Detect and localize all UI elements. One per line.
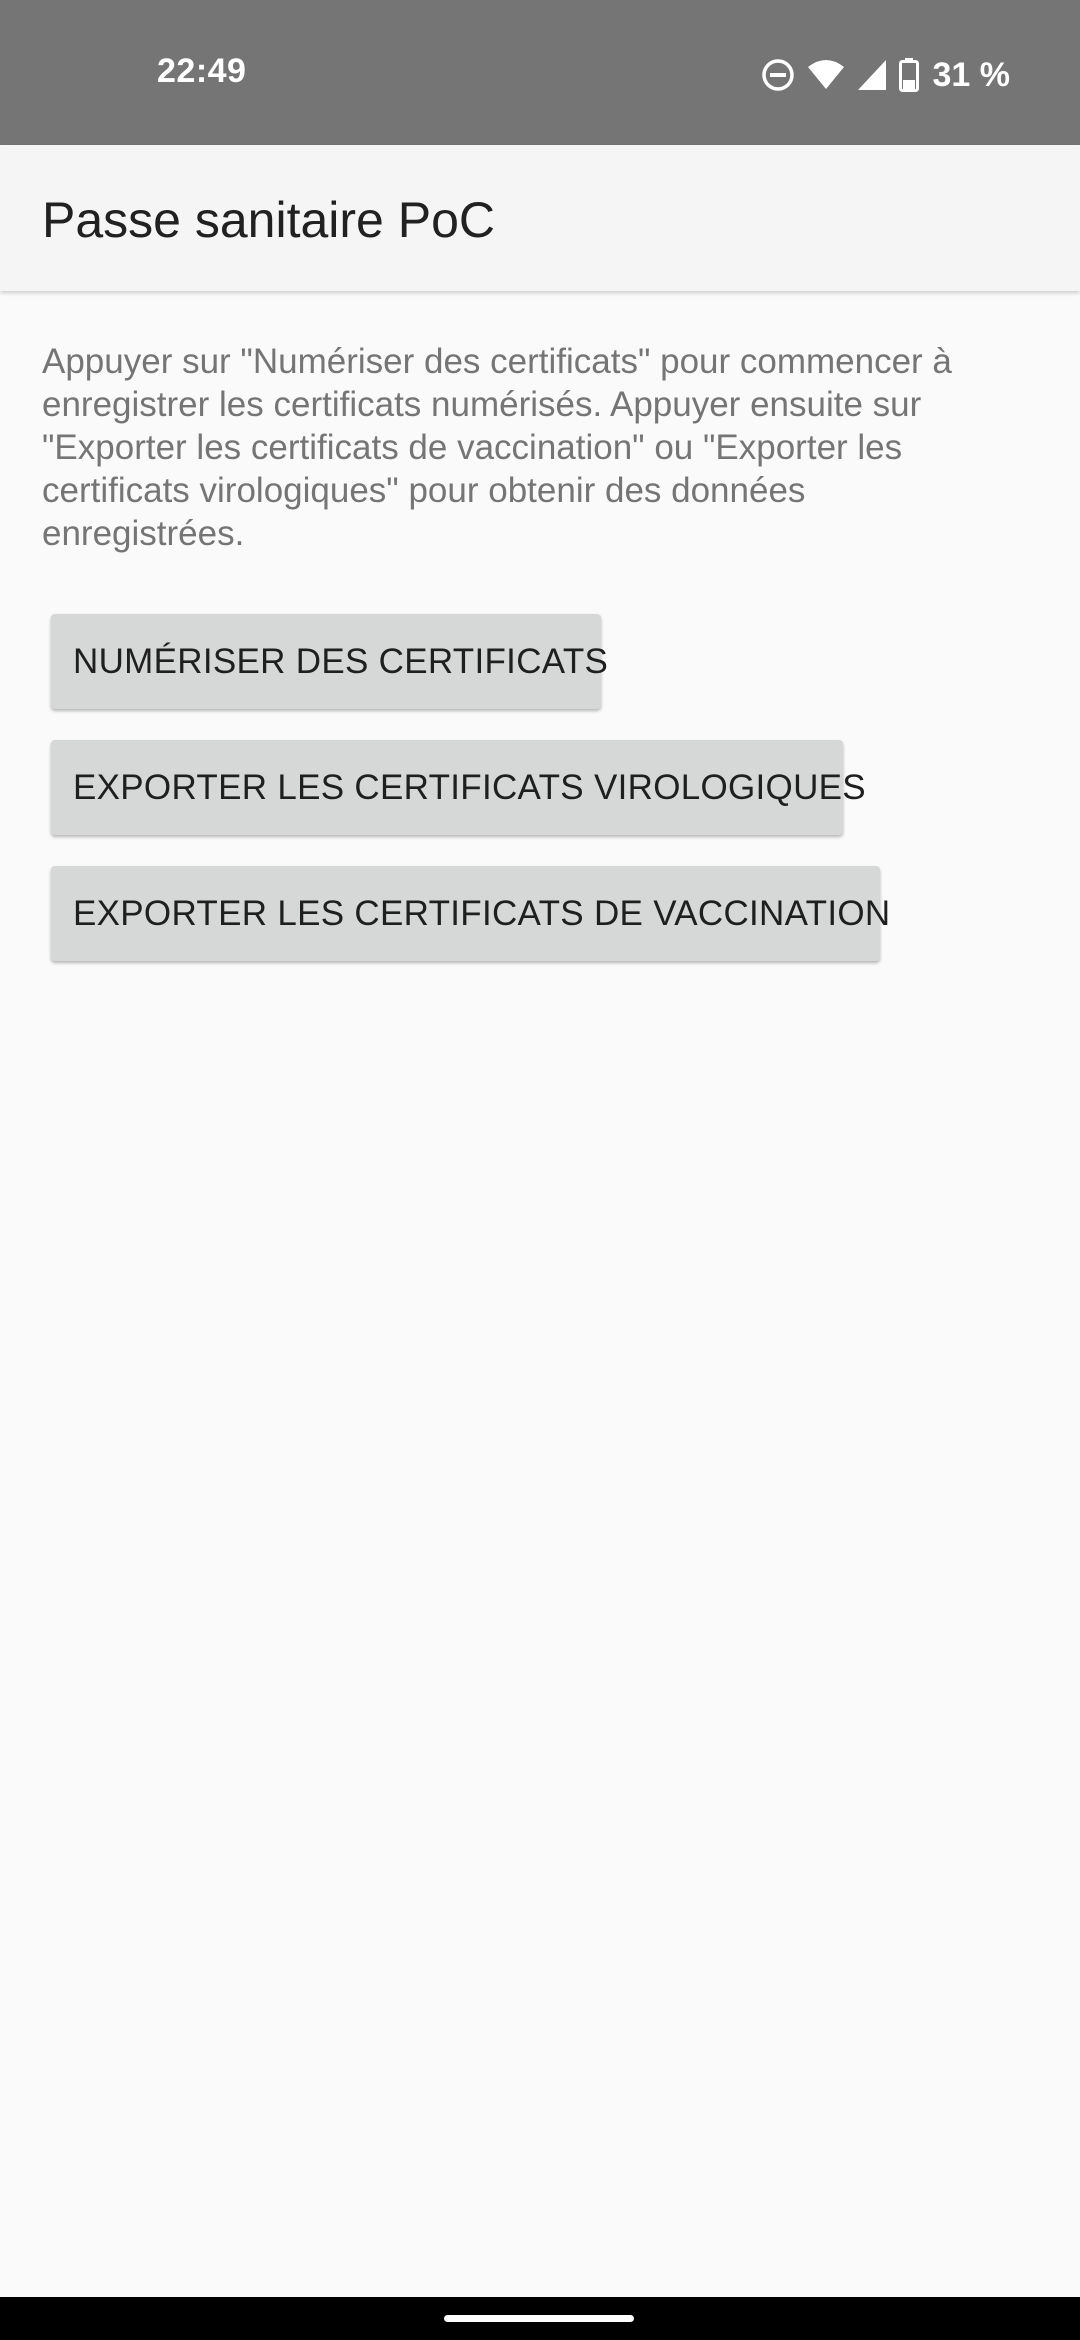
status-time: 22:49 [157,52,247,90]
export-vaccination-certificates-button[interactable]: EXPORTER LES CERTIFICATS DE VACCINATION [51,866,890,961]
navigation-bar [0,2297,1080,2340]
instructions-text: Appuyer sur "Numériser des certificats" … [42,342,952,553]
cell-signal-icon [857,59,887,91]
scan-certificates-button[interactable]: NUMÉRISER DES CERTIFICATS [51,614,608,709]
status-icons: 31 % [761,55,1011,95]
status-bar: 22:49 31 % [0,0,1080,145]
battery-icon [898,58,919,92]
page-title: Passe sanitaire PoC [42,192,496,248]
export-virological-certificates-button[interactable]: EXPORTER LES CERTIFICATS VIROLOGIQUES [51,740,866,835]
do-not-disturb-icon [761,58,795,92]
battery-percent: 31 % [932,55,1011,94]
wifi-icon [807,59,845,91]
app-bar: Passe sanitaire PoC [0,145,1080,291]
home-gesture-handle[interactable] [444,2315,634,2322]
